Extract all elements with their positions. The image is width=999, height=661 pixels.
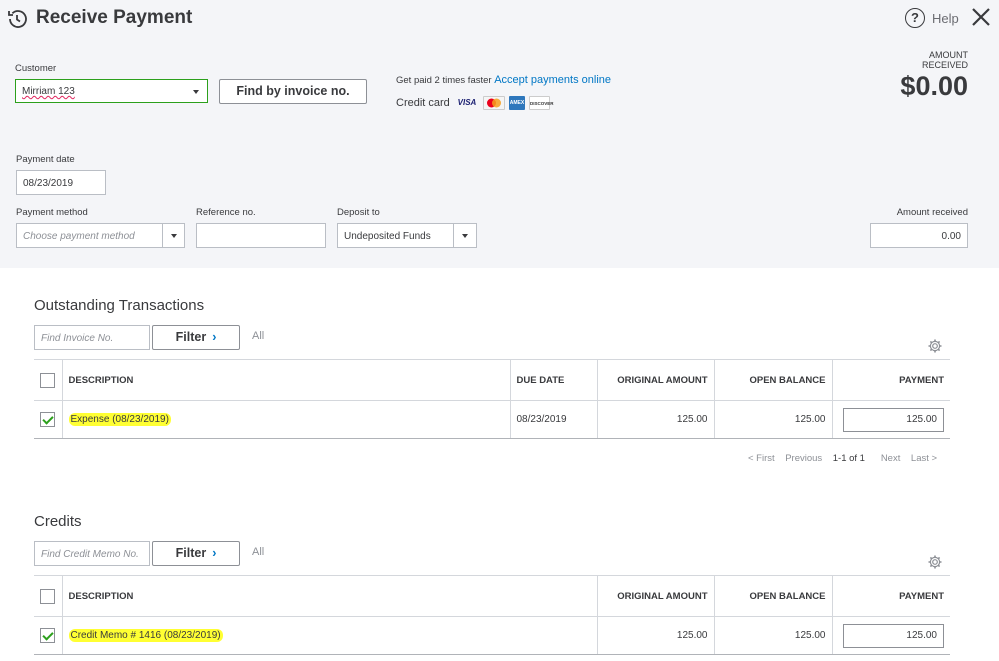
row-select-cell bbox=[34, 616, 63, 655]
accept-payments-link[interactable]: Accept payments online bbox=[494, 74, 611, 86]
row-payment-cell: 125.00 bbox=[832, 400, 950, 439]
pager-first[interactable]: < First bbox=[748, 453, 775, 464]
credits-table: DESCRIPTION ORIGINAL AMOUNT OPEN BALANCE… bbox=[34, 575, 950, 655]
outstanding-all-link[interactable]: All bbox=[252, 330, 264, 342]
visa-card-icon: VISA bbox=[457, 98, 477, 107]
pager-range: 1-1 of 1 bbox=[832, 453, 865, 464]
row-description: Expense (08/23/2019) bbox=[62, 400, 511, 439]
getpaid-text: Get paid 2 times faster Accept payments … bbox=[396, 74, 612, 86]
outstanding-filter-button[interactable]: Filter › bbox=[152, 325, 240, 350]
payment-input[interactable]: 125.00 bbox=[843, 623, 944, 648]
pager-last[interactable]: Last > bbox=[911, 453, 937, 464]
reference-label: Reference no. bbox=[196, 207, 256, 218]
pagination: < First Previous 1-1 of 1 Next Last > bbox=[748, 453, 937, 464]
row-due-date: 08/23/2019 bbox=[510, 400, 598, 439]
customer-label: Customer bbox=[15, 63, 57, 74]
row-checkbox[interactable] bbox=[40, 412, 56, 427]
find-by-invoice-button[interactable]: Find by invoice no. bbox=[219, 79, 367, 104]
payment-input[interactable]: 125.00 bbox=[843, 407, 944, 432]
payment-date-label: Payment date bbox=[16, 154, 75, 165]
col-due-date[interactable]: DUE DATE bbox=[510, 359, 598, 401]
find-invoice-input[interactable]: Find Invoice No. bbox=[34, 325, 150, 350]
row-checkbox[interactable] bbox=[40, 628, 56, 643]
close-icon[interactable] bbox=[970, 6, 992, 28]
outstanding-transactions-table: DESCRIPTION DUE DATE ORIGINAL AMOUNT OPE… bbox=[34, 359, 950, 439]
credits-filter-button[interactable]: Filter › bbox=[152, 541, 240, 566]
payment-date-input[interactable]: 08/23/2019 bbox=[16, 170, 106, 195]
customer-select-value: Mirriam 123 bbox=[22, 86, 75, 97]
gear-icon[interactable] bbox=[927, 338, 943, 354]
amount-received-input[interactable]: 0.00 bbox=[870, 223, 968, 248]
chevron-down-icon[interactable] bbox=[462, 234, 468, 238]
table-header-row: DESCRIPTION DUE DATE ORIGINAL AMOUNT OPE… bbox=[34, 359, 950, 401]
col-original-amount[interactable]: ORIGINAL AMOUNT bbox=[597, 575, 715, 617]
col-open-balance[interactable]: OPEN BALANCE bbox=[714, 575, 833, 617]
help-link[interactable]: Help bbox=[932, 11, 959, 26]
amount-received-total: $0.00 bbox=[900, 71, 968, 101]
customer-select[interactable]: Mirriam 123 bbox=[15, 79, 208, 103]
mastercard-icon bbox=[483, 96, 505, 110]
amount-received-label: Amount received bbox=[896, 207, 968, 218]
recent-transactions-clock-icon[interactable] bbox=[5, 7, 29, 31]
help-icon[interactable]: ? bbox=[905, 8, 925, 28]
select-all-cell bbox=[34, 359, 63, 401]
row-original-amount: 125.00 bbox=[597, 400, 715, 439]
deposit-to-label: Deposit to bbox=[337, 207, 380, 218]
credits-all-link[interactable]: All bbox=[252, 546, 264, 558]
discover-card-icon: DISCOVER bbox=[529, 96, 554, 110]
amount-received-heading: AMOUNT RECEIVED bbox=[921, 50, 968, 70]
col-open-balance[interactable]: OPEN BALANCE bbox=[714, 359, 833, 401]
pager-next[interactable]: Next bbox=[881, 453, 901, 464]
select-all-checkbox[interactable] bbox=[40, 372, 56, 388]
reference-input[interactable] bbox=[196, 223, 326, 248]
row-original-amount: 125.00 bbox=[597, 616, 715, 655]
col-description[interactable]: DESCRIPTION bbox=[62, 359, 511, 401]
payment-method-select[interactable]: Choose payment method bbox=[16, 223, 185, 248]
outstanding-transactions-title: Outstanding Transactions bbox=[34, 297, 205, 314]
chevron-down-icon[interactable] bbox=[171, 234, 177, 238]
table-row: Expense (08/23/2019) 08/23/2019 125.00 1… bbox=[34, 400, 950, 439]
col-payment[interactable]: PAYMENT bbox=[832, 359, 950, 401]
page-title: Receive Payment bbox=[36, 7, 193, 28]
select-all-checkbox[interactable] bbox=[40, 588, 56, 604]
credit-card-label: Credit card bbox=[396, 97, 450, 109]
gear-icon[interactable] bbox=[927, 554, 943, 570]
pager-previous[interactable]: Previous bbox=[785, 453, 822, 464]
chevron-right-icon: › bbox=[212, 330, 217, 344]
deposit-to-select[interactable]: Undeposited Funds bbox=[337, 223, 477, 248]
credits-title: Credits bbox=[34, 513, 82, 530]
amex-card-icon: AMEX bbox=[509, 96, 525, 110]
table-row: Credit Memo # 1416 (08/23/2019) 125.00 1… bbox=[34, 616, 950, 655]
row-open-balance: 125.00 bbox=[714, 400, 833, 439]
row-payment-cell: 125.00 bbox=[832, 616, 950, 655]
chevron-right-icon: › bbox=[212, 546, 217, 560]
row-open-balance: 125.00 bbox=[714, 616, 833, 655]
chevron-down-icon[interactable] bbox=[193, 90, 199, 94]
find-credit-memo-input[interactable]: Find Credit Memo No. bbox=[34, 541, 150, 566]
col-original-amount[interactable]: ORIGINAL AMOUNT bbox=[597, 359, 715, 401]
col-payment[interactable]: PAYMENT bbox=[832, 575, 950, 617]
select-all-cell bbox=[34, 575, 63, 617]
row-select-cell bbox=[34, 400, 63, 439]
payment-method-label: Payment method bbox=[16, 207, 88, 218]
col-description[interactable]: DESCRIPTION bbox=[62, 575, 598, 617]
row-description: Credit Memo # 1416 (08/23/2019) bbox=[62, 616, 598, 655]
table-header-row: DESCRIPTION ORIGINAL AMOUNT OPEN BALANCE… bbox=[34, 575, 950, 617]
